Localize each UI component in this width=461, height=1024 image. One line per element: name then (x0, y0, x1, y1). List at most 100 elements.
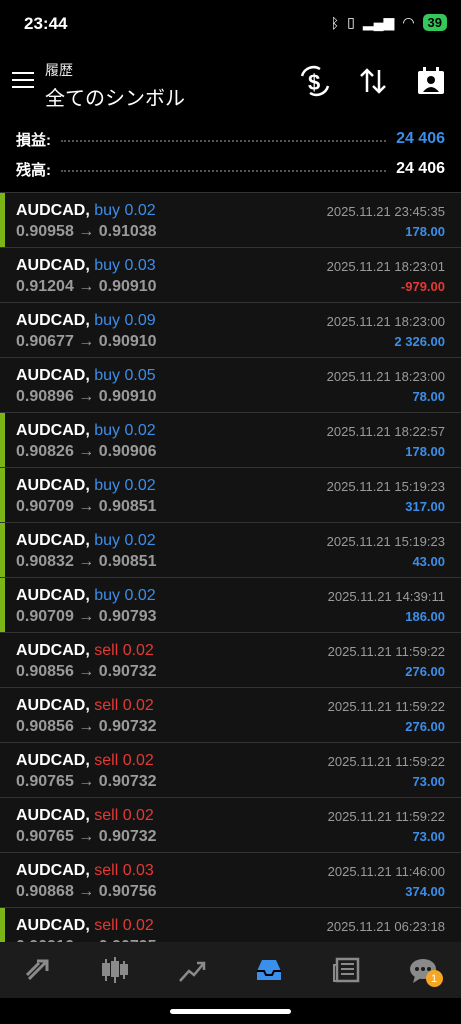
battery-icon: 39 (422, 14, 447, 31)
deal-time: 2025.11.21 18:23:00 (326, 314, 445, 329)
deal-prices: 0.90709 → 0.90793 (16, 608, 157, 625)
deal-side: sell 0.02 (94, 807, 154, 824)
deal-prices: 0.90856 → 0.90732 (16, 718, 157, 735)
deal-time: 2025.11.21 11:59:22 (327, 754, 445, 769)
profit-row: 損益: 24 406 (16, 124, 445, 154)
deal-profit: 374.00 (405, 884, 445, 899)
trade-tab[interactable] (172, 950, 212, 990)
deal-prices: 0.90826 → 0.90906 (16, 443, 157, 460)
deal-profit: 317.00 (405, 499, 445, 514)
deal-side: buy 0.02 (94, 477, 156, 494)
deal-time: 2025.11.21 23:45:35 (326, 204, 445, 219)
deal-profit: 2 326.00 (394, 334, 445, 349)
deal-symbol: AUDCAD, buy 0.02 (16, 532, 156, 549)
deal-row[interactable]: AUDCAD, sell 0.020.90916 → 0.907952025.1… (0, 908, 461, 942)
deal-row[interactable]: AUDCAD, buy 0.02 0.90826 → 0.90906 2025.11… (0, 413, 461, 468)
news-tab[interactable] (326, 950, 366, 990)
deal-row[interactable]: AUDCAD, sell 0.02 0.90765 → 0.90732 2025.1… (0, 743, 461, 798)
calendar-user-icon[interactable] (414, 64, 448, 98)
deal-prices: 0.90896 → 0.90910 (16, 388, 157, 405)
account-summary: 損益: 24 406 残高: 24 406 (0, 124, 461, 192)
deal-time: 2025.11.21 18:23:00 (326, 369, 445, 384)
deal-row[interactable]: AUDCAD, buy 0.02 0.90709 → 0.90793 2025.11… (0, 578, 461, 633)
deal-profit: 178.00 (405, 224, 445, 239)
sort-icon[interactable] (356, 64, 390, 98)
history-tab[interactable] (249, 950, 289, 990)
deal-time: 2025.11.21 18:23:01 (326, 259, 445, 274)
deal-row[interactable]: AUDCAD, buy 0.02 0.90832 → 0.90851 2025.11… (0, 523, 461, 578)
profit-value: 24 406 (396, 130, 445, 147)
deal-side: buy 0.02 (94, 587, 156, 604)
deal-side: buy 0.02 (94, 422, 156, 439)
deal-prices: 0.90765 → 0.90732 (16, 828, 157, 845)
bottom-tab-bar: 1 (0, 942, 461, 998)
deal-profit: 178.00 (405, 444, 445, 459)
deal-prices: 0.90765 → 0.90732 (16, 773, 157, 790)
deal-time: 2025.11.21 15:19:23 (326, 534, 445, 549)
vibrate-icon: ▯ (347, 14, 355, 30)
quotes-tab[interactable] (18, 950, 58, 990)
deal-side: sell 0.02 (94, 752, 154, 769)
deal-time: 2025.11.21 14:39:11 (327, 589, 445, 604)
deal-side: sell 0.02 (94, 697, 154, 714)
deal-profit: 186.00 (405, 609, 445, 624)
deal-side: buy 0.09 (94, 312, 156, 329)
wifi-icon: ◠ (402, 14, 415, 30)
deal-profit: 73.00 (412, 829, 445, 844)
chart-tab[interactable] (95, 950, 135, 990)
deal-time: 2025.11.21 11:59:22 (327, 699, 445, 714)
deal-row[interactable]: AUDCAD, sell 0.02 0.90856 → 0.90732 2025.1… (0, 633, 461, 688)
deal-time: 2025.11.21 11:59:22 (327, 809, 445, 824)
deal-side: buy 0.02 (94, 202, 156, 219)
deal-prices: 0.90856 → 0.90732 (16, 663, 157, 680)
app-header: 履歴 全てのシンボル $ (0, 52, 461, 116)
deal-symbol: AUDCAD, sell 0.02 (16, 807, 154, 824)
candles-icon (102, 957, 129, 983)
status-icons: ᛒ ▯ ▂▄▆ ◠ 39 (331, 14, 447, 31)
deal-time: 2025.11.21 11:46:00 (327, 864, 445, 879)
deal-symbol: AUDCAD, sell 0.02 (16, 697, 154, 714)
deal-prices: 0.90709 → 0.90851 (16, 498, 157, 515)
deal-side: sell 0.03 (94, 862, 154, 879)
deal-row[interactable]: AUDCAD, buy 0.09 0.90677 → 0.90910 2025.11… (0, 303, 461, 358)
deal-row[interactable]: AUDCAD, sell 0.03 0.90868 → 0.90756 2025.1… (0, 853, 461, 908)
deal-symbol: AUDCAD, buy 0.05 (16, 367, 156, 384)
deal-prices: 0.90677 → 0.90910 (16, 333, 157, 350)
chat-badge: 1 (425, 970, 443, 987)
menu-icon[interactable] (12, 72, 34, 90)
currency-exchange-icon[interactable]: $ (298, 64, 332, 98)
deals-list[interactable]: AUDCAD, buy 0.02 0.90958 → 0.91038 2025.11… (0, 192, 461, 942)
deal-symbol: AUDCAD, buy 0.09 (16, 312, 156, 329)
deal-symbol: AUDCAD, buy 0.02 (16, 422, 156, 439)
deal-profit: 78.00 (412, 389, 445, 404)
deal-profit: 73.00 (412, 774, 445, 789)
deal-row[interactable]: AUDCAD, sell 0.02 0.90856 → 0.90732 2025.1… (0, 688, 461, 743)
inbox-icon (256, 960, 281, 980)
deal-side: sell 0.02 (94, 917, 154, 934)
deal-symbol: AUDCAD, sell 0.02 (16, 752, 154, 769)
svg-text:$: $ (308, 70, 320, 95)
deal-side: sell 0.02 (94, 642, 154, 659)
deal-symbol: AUDCAD, buy 0.02 (16, 587, 156, 604)
page-title[interactable]: 全てのシンボル (45, 82, 185, 111)
deal-time: 2025.11.21 18:22:57 (326, 424, 445, 439)
balance-row: 残高: 24 406 (16, 154, 445, 184)
chat-tab[interactable]: 1 (403, 950, 443, 990)
deal-row[interactable]: AUDCAD, buy 0.05 0.90896 → 0.90910 2025.11… (0, 358, 461, 413)
home-indicator (170, 1009, 291, 1014)
deal-row[interactable]: AUDCAD, buy 0.03 0.91204 → 0.90910 2025.11… (0, 248, 461, 303)
deal-row[interactable]: AUDCAD, buy 0.02 0.90958 → 0.91038 2025.11… (0, 193, 461, 248)
trend-icon (179, 961, 206, 982)
deal-time: 2025.11.21 15:19:23 (326, 479, 445, 494)
balance-label: 残高: (16, 161, 51, 179)
deal-row[interactable]: AUDCAD, buy 0.02 0.90709 → 0.90851 2025.11… (0, 468, 461, 523)
deal-time: 2025.11.21 06:23:18 (326, 919, 445, 934)
status-bar: 23:44 ᛒ ▯ ▂▄▆ ◠ 39 (0, 0, 461, 48)
status-time: 23:44 (24, 14, 68, 33)
deal-symbol: AUDCAD, sell 0.03 (16, 862, 154, 879)
profit-label: 損益: (16, 131, 51, 149)
deal-profit: -979.00 (400, 279, 445, 294)
bluetooth-icon: ᛒ (330, 14, 340, 31)
header-subtitle: 履歴 (45, 62, 73, 78)
deal-row[interactable]: AUDCAD, sell 0.02 0.90765 → 0.90732 2025.1… (0, 798, 461, 853)
